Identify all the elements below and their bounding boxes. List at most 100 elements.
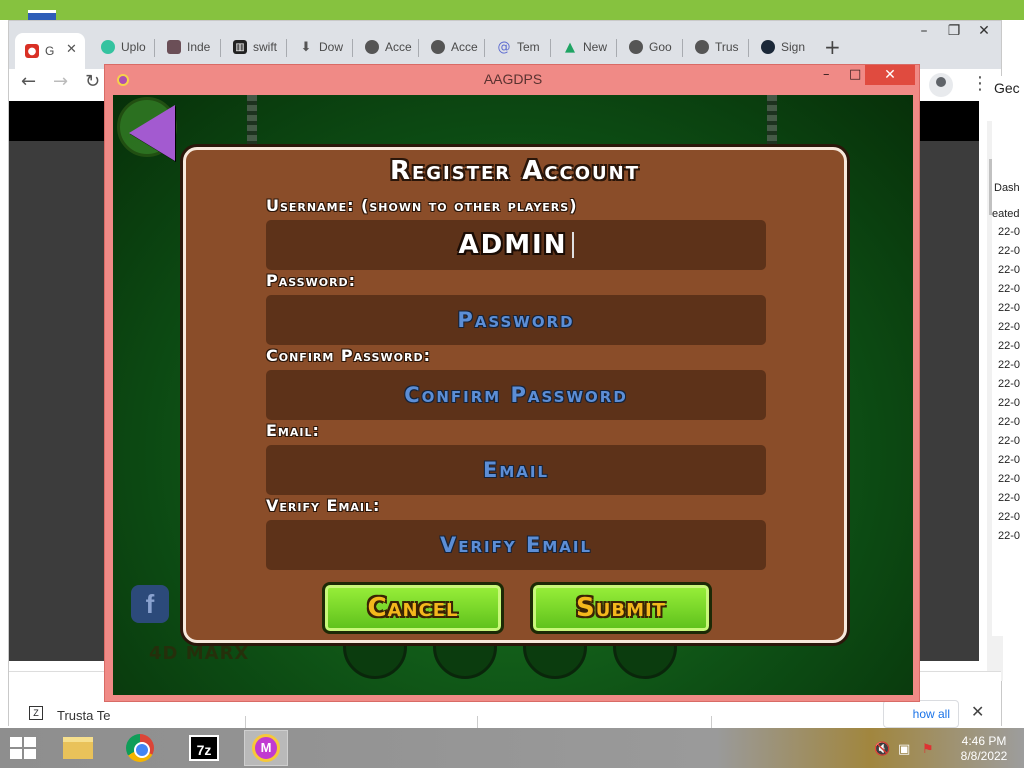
right-row: 22-0	[998, 378, 1021, 390]
tab-strip: ● G ✕ Uplo Inde ▥ swift ⬇ Dow Acce Acce …	[9, 21, 1001, 69]
image-icon	[167, 40, 181, 54]
chrome-icon	[126, 734, 154, 762]
right-row: 22-0	[998, 454, 1021, 466]
menu-kebab-icon[interactable]: ⋮	[971, 73, 989, 94]
globe-icon	[695, 40, 709, 54]
network-icon[interactable]: ▣	[898, 742, 910, 757]
globe-icon	[629, 40, 643, 54]
verify-email-input[interactable]: Verify Email	[266, 520, 766, 570]
lock-icon: ●	[25, 44, 39, 58]
steam-icon	[761, 40, 775, 54]
system-clock[interactable]: 4:46 PM 8/8/2022	[952, 734, 1016, 764]
tab-label: Inde	[187, 40, 211, 54]
tab-label: Acce	[451, 40, 478, 54]
confirm-password-input[interactable]: Confirm Password	[266, 370, 766, 420]
download-divider	[477, 716, 478, 728]
cancel-button-label: Cancel	[367, 593, 459, 623]
tab-1[interactable]: Uplo	[91, 33, 155, 61]
right-row: 22-0	[998, 226, 1021, 238]
show-all-button[interactable]: how all	[883, 700, 959, 728]
tab-11[interactable]: Sign	[751, 33, 815, 61]
confirm-password-placeholder: Confirm Password	[404, 383, 628, 407]
right-tab[interactable]: Dash	[994, 182, 1020, 194]
game-minimize-button[interactable]: –	[823, 67, 830, 82]
tab-divider	[154, 39, 155, 57]
tab-label: Uplo	[121, 40, 146, 54]
password-input[interactable]: Password	[266, 295, 766, 345]
game-canvas: f 4D MARX Register Account Username: (sh…	[113, 95, 913, 695]
archive-icon: ▥	[233, 40, 247, 54]
download-file-label[interactable]: Trusta Te	[57, 708, 110, 723]
username-input[interactable]: ADMIN	[266, 220, 766, 270]
facebook-icon[interactable]: f	[131, 585, 169, 623]
game-maximize-button[interactable]: □	[849, 67, 861, 82]
back-icon[interactable]: ←	[21, 71, 36, 92]
taskbar-file-explorer[interactable]	[56, 730, 100, 766]
right-row: 22-0	[998, 397, 1021, 409]
tab-2[interactable]: Inde	[157, 33, 221, 61]
minimize-button[interactable]: –	[909, 23, 939, 45]
confirm-password-label: Confirm Password:	[266, 346, 431, 365]
tab-10[interactable]: Trus	[685, 33, 749, 61]
submit-button[interactable]: Submit	[530, 582, 712, 634]
right-header: Gec	[994, 80, 1020, 96]
right-row: 22-0	[998, 245, 1021, 257]
reload-icon[interactable]: ↻	[85, 71, 100, 92]
right-row: 22-0	[998, 302, 1021, 314]
tab-8[interactable]: ▲ New	[553, 33, 617, 61]
tab-6[interactable]: Acce	[421, 33, 485, 61]
download-divider	[245, 716, 246, 728]
new-tab-button[interactable]: +	[824, 35, 841, 59]
clock-date: 8/8/2022	[960, 749, 1008, 763]
tab-divider	[352, 39, 353, 57]
forward-icon[interactable]: →	[53, 71, 68, 92]
cancel-button[interactable]: Cancel	[322, 582, 504, 634]
back-arrow-icon[interactable]	[129, 105, 175, 161]
right-page-fragment: Gec Dash eated 22-0 22-0 22-0 22-0 22-0 22-0 2…	[992, 76, 1024, 636]
start-button[interactable]	[10, 737, 38, 759]
action-center-icon[interactable]: ⚑	[922, 742, 934, 757]
profile-avatar-icon[interactable]	[929, 73, 953, 97]
tab-3[interactable]: ▥ swift	[223, 33, 287, 61]
clock-time: 4:46 PM	[961, 734, 1007, 748]
right-row: 22-0	[998, 359, 1021, 371]
tab-divider	[748, 39, 749, 57]
tab-7[interactable]: @ Tem	[487, 33, 551, 61]
file-explorer-icon	[63, 737, 93, 759]
taskbar: 7z M 🔇 ▣ ⚑ 4:46 PM 8/8/2022	[0, 728, 1024, 768]
upload-icon	[101, 40, 115, 54]
background-label: 4D MARX	[149, 643, 250, 664]
taskbar-geometry-dash[interactable]: M	[244, 730, 288, 766]
drive-icon: ▲	[565, 39, 575, 55]
download-divider	[711, 716, 712, 728]
windows-logo-pane	[10, 737, 22, 747]
tab-divider	[484, 39, 485, 57]
taskbar-7zip[interactable]: 7z	[182, 730, 226, 766]
email-input[interactable]: Email	[266, 445, 766, 495]
game-window: AAGDPS – □ ✕ f 4D MARX Register Account …	[104, 64, 920, 702]
chain-decoration	[247, 95, 257, 155]
verify-email-label: Verify Email:	[266, 496, 381, 515]
right-row: 22-0	[998, 264, 1021, 276]
game-close-button[interactable]: ✕	[865, 65, 915, 85]
tab-9[interactable]: Goo	[619, 33, 683, 61]
download-icon: ⬇	[300, 39, 312, 55]
verify-email-placeholder: Verify Email	[439, 533, 593, 557]
windows-logo-pane	[24, 749, 36, 759]
tab-label: Dow	[319, 40, 344, 54]
right-row: 22-0	[998, 473, 1021, 485]
volume-muted-icon[interactable]: 🔇	[874, 742, 890, 757]
globe-icon	[431, 40, 445, 54]
username-value: ADMIN	[458, 230, 568, 260]
right-row: 22-0	[998, 283, 1021, 295]
maximize-button[interactable]: ❐	[939, 23, 969, 45]
chain-decoration	[767, 95, 777, 155]
taskbar-chrome[interactable]	[118, 730, 162, 766]
text-caret	[571, 232, 574, 258]
tab-4[interactable]: ⬇ Dow	[289, 33, 353, 61]
close-download-bar-icon[interactable]: ✕	[971, 702, 984, 721]
right-row: 22-0	[998, 492, 1021, 504]
tab-5[interactable]: Acce	[355, 33, 419, 61]
close-window-button[interactable]: ✕	[969, 23, 999, 45]
close-tab-icon[interactable]: ✕	[66, 41, 77, 57]
